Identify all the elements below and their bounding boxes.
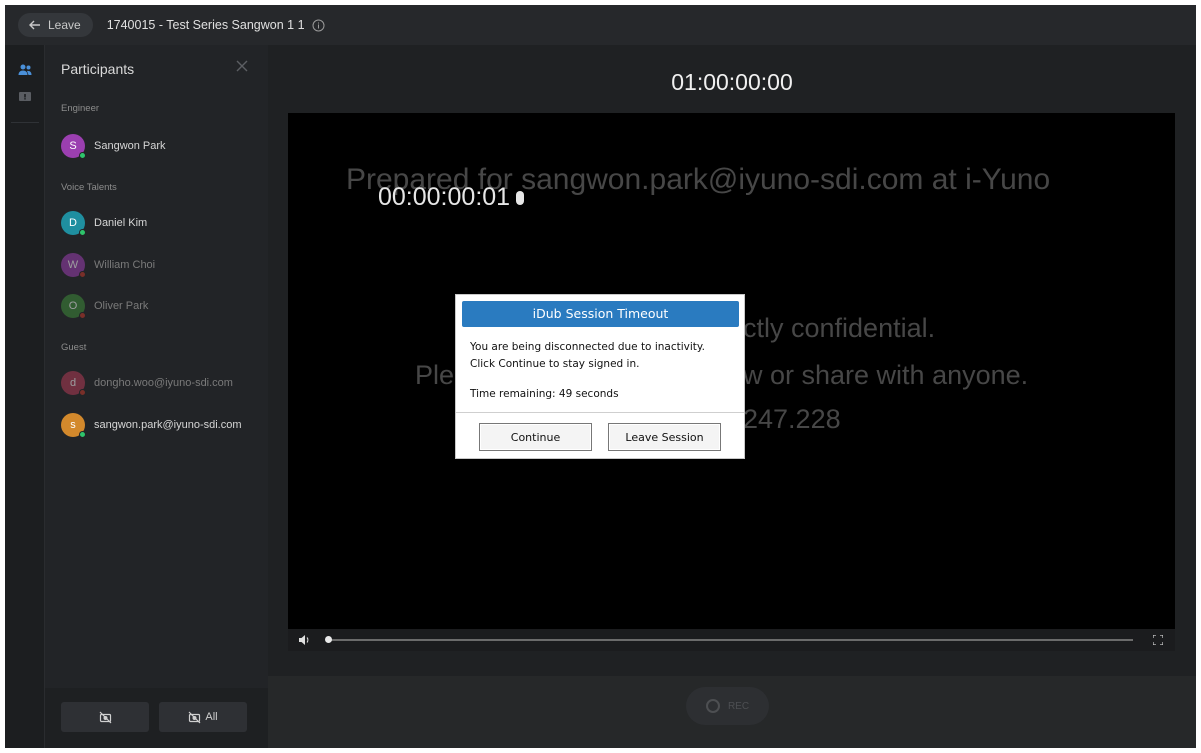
video-controls — [288, 629, 1175, 651]
status-online-dot — [79, 431, 86, 438]
leave-button[interactable]: Leave — [18, 13, 93, 37]
session-title: 1740015 - Test Series Sangwon 1 1 — [106, 18, 305, 32]
rail-divider — [11, 122, 39, 123]
avatar-initial: D — [69, 217, 77, 229]
panel-title: Participants — [61, 61, 135, 77]
mute-all-label: All — [205, 711, 218, 723]
dialog-message: You are being disconnected due to inacti… — [470, 341, 705, 353]
video-timecode-text: 00:00:00:01 — [378, 183, 511, 211]
avatar: S — [61, 134, 86, 159]
mute-video-button[interactable] — [61, 702, 149, 732]
avatar-initial: d — [69, 377, 77, 389]
participant-name: dongho.woo@iyuno-sdi.com — [94, 377, 233, 389]
participants-panel: Participants Engineer S Sangwon Park Voi… — [45, 45, 268, 748]
participant-item[interactable]: s sangwon.park@iyuno-sdi.com — [61, 410, 242, 440]
participant-name: William Choi — [94, 259, 156, 271]
info-icon[interactable] — [312, 19, 325, 32]
participant-item[interactable]: O Oliver Park — [61, 291, 148, 321]
avatar: O — [61, 294, 86, 319]
time-remaining: Time remaining: 49 seconds — [470, 388, 619, 400]
status-offline-dot — [79, 389, 86, 396]
avatar-initial: S — [69, 140, 77, 152]
participant-item[interactable]: D Daniel Kim — [61, 208, 147, 238]
watermark-text: 247.228 — [743, 404, 841, 434]
watermark-text: Ple — [415, 360, 455, 390]
fullscreen-icon[interactable] — [1153, 635, 1163, 645]
participant-item[interactable]: d dongho.woo@iyuno-sdi.com — [61, 368, 233, 398]
section-label-engineer: Engineer — [61, 103, 100, 114]
status-online-dot — [79, 229, 86, 236]
status-offline-dot — [79, 312, 86, 319]
progress-track[interactable] — [328, 639, 1133, 641]
left-rail — [5, 45, 45, 748]
status-offline-dot — [79, 271, 86, 278]
watermark-text: w or share with anyone. — [743, 360, 1029, 390]
close-icon[interactable] — [235, 59, 249, 73]
session-timeout-dialog: iDub Session Timeout You are being disco… — [455, 294, 745, 459]
avatar: d — [61, 371, 86, 396]
arrow-left-icon — [29, 20, 40, 30]
recording-bar: REC — [268, 676, 1196, 748]
participant-name: Oliver Park — [94, 300, 149, 312]
status-online-dot — [79, 152, 86, 159]
participant-name: sangwon.park@iyuno-sdi.com — [94, 419, 242, 431]
continue-button[interactable]: Continue — [479, 423, 592, 451]
watermark-text: ctly confidential. — [743, 313, 936, 343]
chat-icon[interactable] — [17, 89, 33, 105]
record-icon — [705, 699, 720, 713]
participants-icon[interactable] — [17, 62, 33, 78]
progress-handle[interactable] — [325, 636, 332, 643]
top-bar: Leave 1740015 - Test Series Sangwon 1 1 — [5, 5, 1196, 45]
participant-name: Sangwon Park — [94, 140, 166, 152]
avatar: D — [61, 211, 86, 236]
mute-all-button[interactable]: All — [159, 702, 247, 732]
section-label-voice-talents: Voice Talents — [61, 182, 117, 193]
panel-footer: All — [45, 688, 268, 748]
section-label-guest: Guest — [61, 342, 87, 353]
avatar: s — [61, 413, 86, 438]
camera-off-icon — [188, 711, 201, 723]
dialog-divider — [456, 412, 744, 413]
avatar-initial: W — [67, 259, 79, 271]
session-timecode: 01:00:00:00 — [671, 69, 793, 95]
video-timecode: 00:00:00:01 — [378, 183, 525, 212]
avatar: W — [61, 253, 86, 278]
leave-session-button[interactable]: Leave Session — [608, 423, 721, 451]
avatar-initial: O — [68, 300, 78, 312]
participant-name: Daniel Kim — [94, 217, 148, 229]
record-label: REC — [727, 700, 750, 712]
volume-icon[interactable] — [298, 634, 311, 646]
avatar-initial: s — [70, 419, 76, 431]
timecode-marker — [516, 190, 525, 205]
record-button[interactable]: REC — [686, 687, 769, 725]
dialog-title: iDub Session Timeout — [462, 301, 739, 327]
dialog-message: Click Continue to stay signed in. — [470, 358, 640, 370]
participant-item[interactable]: W William Choi — [61, 250, 155, 280]
camera-off-icon — [99, 711, 111, 723]
participant-item[interactable]: S Sangwon Park — [61, 131, 166, 161]
leave-button-label: Leave — [48, 18, 81, 32]
